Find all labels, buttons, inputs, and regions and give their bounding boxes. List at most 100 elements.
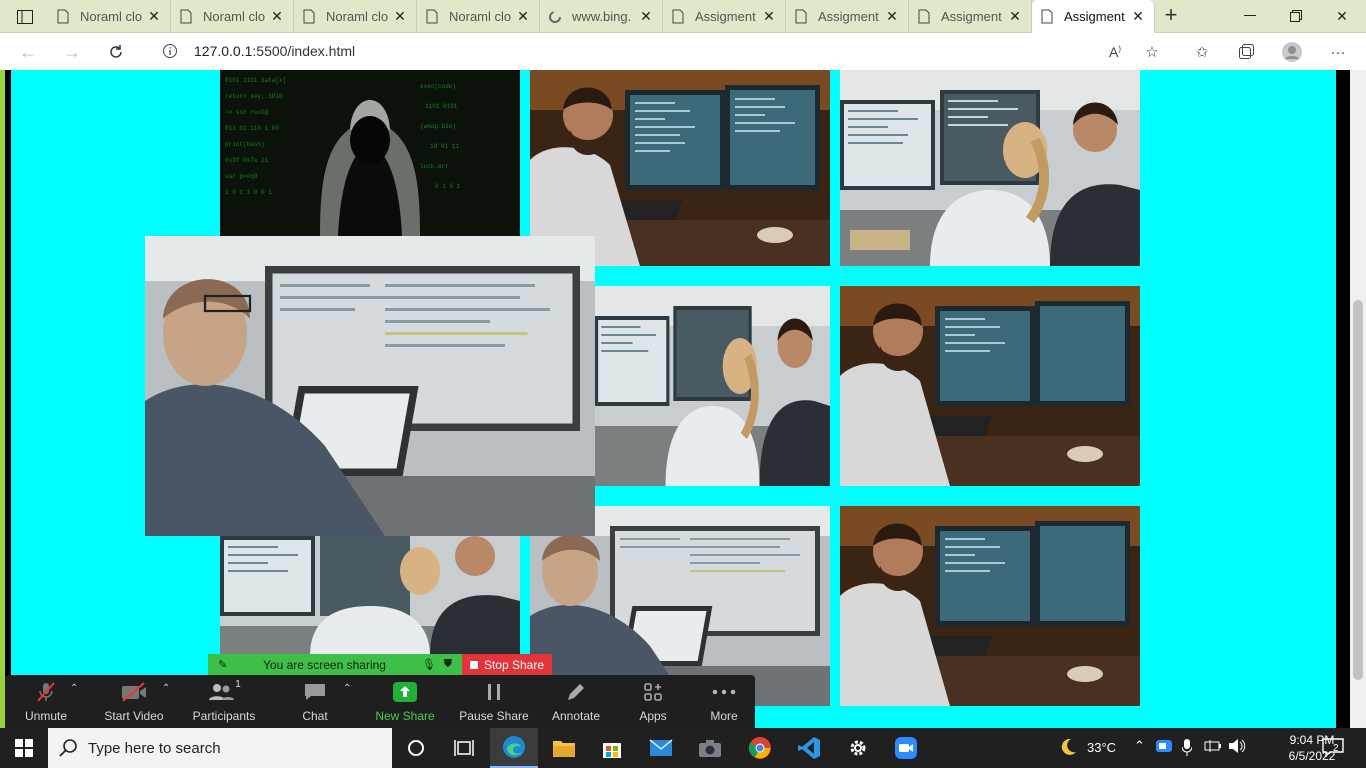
- restore-icon: [1290, 10, 1302, 22]
- back-arrow-icon: ←: [19, 41, 37, 62]
- more-button[interactable]: More: [701, 675, 747, 728]
- stop-share-button[interactable]: Stop Share: [462, 654, 552, 675]
- refresh-button[interactable]: [102, 39, 130, 65]
- tab[interactable]: Assigment ✕: [663, 0, 786, 33]
- url-path: :5500/index.html: [252, 43, 356, 59]
- page-icon: [1040, 9, 1054, 25]
- chrome-app[interactable]: [736, 728, 784, 768]
- unmute-button[interactable]: Unmute: [17, 675, 75, 728]
- collections-button[interactable]: [1233, 40, 1259, 64]
- chevron-up-icon[interactable]: ⌃: [162, 683, 170, 694]
- windows-taskbar: Type here to search 33°C ⌃ 9:04 PM 6/5/2…: [0, 728, 1366, 768]
- chevron-up-icon[interactable]: ⌃: [343, 683, 351, 694]
- vscode-app[interactable]: [785, 728, 833, 768]
- edge-app[interactable]: [490, 728, 538, 768]
- tab[interactable]: www.bing. ✕: [540, 0, 663, 33]
- file-explorer-app[interactable]: [540, 728, 588, 768]
- tab-active[interactable]: Assigment ✕: [1032, 0, 1155, 33]
- tab-actions-button[interactable]: [8, 6, 42, 28]
- read-aloud-button[interactable]: A): [1102, 40, 1128, 64]
- info-icon[interactable]: [162, 43, 178, 64]
- svg-text:1 0 1 1 0 0 1: 1 0 1 1 0 0 1: [225, 189, 272, 196]
- camera-icon: [699, 740, 721, 757]
- participant-count: 1: [235, 678, 241, 690]
- forward-button[interactable]: →: [58, 39, 86, 65]
- search-icon: [48, 738, 88, 758]
- camera-app[interactable]: [686, 728, 734, 768]
- tab-title: Noraml clo: [203, 9, 266, 24]
- tab-title: Noraml clo: [326, 9, 389, 24]
- restore-button[interactable]: [1276, 4, 1316, 28]
- favorites-button[interactable]: ✩: [1189, 40, 1215, 64]
- cortana-button[interactable]: [392, 728, 440, 768]
- tab[interactable]: Noraml clo ✕: [294, 0, 417, 33]
- zoom-icon: [895, 737, 917, 759]
- close-icon[interactable]: ✕: [884, 8, 900, 25]
- close-icon[interactable]: ✕: [146, 8, 162, 25]
- zoom-app[interactable]: [882, 728, 930, 768]
- address-bar[interactable]: 127.0.0.1:5500/index.html: [148, 37, 1172, 66]
- tab[interactable]: Assigment ✕: [909, 0, 1032, 33]
- minimize-icon: [1244, 15, 1256, 16]
- close-icon[interactable]: ✕: [269, 8, 285, 25]
- close-icon[interactable]: ✕: [1007, 8, 1023, 25]
- taskbar-search[interactable]: Type here to search: [48, 728, 392, 768]
- minimize-button[interactable]: [1230, 4, 1270, 28]
- tab[interactable]: Noraml clo ✕: [417, 0, 540, 33]
- settings-more-button[interactable]: ···: [1325, 40, 1351, 64]
- scrollbar-thumb[interactable]: [1353, 300, 1363, 680]
- zoom-tray-icon[interactable]: [1156, 739, 1172, 756]
- gallery-image-woman-man: [220, 536, 520, 656]
- new-share-button[interactable]: New Share: [371, 675, 439, 728]
- settings-app[interactable]: [834, 728, 882, 768]
- chevron-up-icon[interactable]: ⌃: [1134, 738, 1145, 754]
- close-icon[interactable]: ✕: [638, 8, 654, 25]
- notification-center-button[interactable]: 2: [1322, 738, 1344, 763]
- tab[interactable]: Noraml clo ✕: [48, 0, 171, 33]
- pencil-icon: [565, 679, 587, 705]
- weather-moon-icon[interactable]: [1058, 737, 1078, 760]
- close-icon[interactable]: ✕: [761, 8, 777, 25]
- svg-text:return key; 1010: return key; 1010: [225, 93, 283, 100]
- apps-button[interactable]: Apps: [629, 675, 677, 728]
- back-button[interactable]: ←: [14, 39, 42, 65]
- battery-plug-icon[interactable]: [1204, 739, 1222, 756]
- page-scrollbar[interactable]: [1350, 70, 1366, 728]
- start-button[interactable]: [0, 728, 48, 768]
- pause-icon: [485, 679, 503, 705]
- tab[interactable]: Noraml clo ✕: [171, 0, 294, 33]
- tab-actions-icon: [17, 10, 33, 24]
- tab-title: Assigment: [695, 9, 756, 24]
- store-app[interactable]: [588, 728, 636, 768]
- mail-icon: [649, 739, 673, 756]
- new-tab-button[interactable]: +: [1158, 4, 1184, 28]
- close-window-button[interactable]: ✕: [1322, 4, 1362, 28]
- pause-share-button[interactable]: Pause Share: [457, 675, 531, 728]
- task-view-button[interactable]: [440, 728, 488, 768]
- close-icon[interactable]: ✕: [1130, 8, 1146, 25]
- stop-share-label: Stop Share: [483, 657, 545, 672]
- gallery-image-enlarged[interactable]: [145, 236, 595, 536]
- tab[interactable]: Assigment ✕: [786, 0, 909, 33]
- chat-button[interactable]: Chat: [291, 675, 339, 728]
- close-icon[interactable]: ✕: [392, 8, 408, 25]
- volume-icon[interactable]: [1228, 738, 1246, 757]
- tab-strip: Noraml clo ✕ Noraml clo ✕ Noraml clo ✕ N…: [0, 0, 1366, 33]
- participants-button[interactable]: 1 Participants: [189, 675, 259, 728]
- gallery-image-hacker: 0101 1101 data[x] return key; 1010 >> ssh …: [220, 70, 520, 236]
- add-favorite-button[interactable]: ☆: [1139, 40, 1165, 64]
- video-off-icon: [120, 679, 148, 705]
- gallery-image-man-monitors: [840, 506, 1140, 706]
- pause-share-label: Pause Share: [459, 709, 529, 723]
- url-text: 127.0.0.1:5500/index.html: [194, 43, 355, 59]
- annotate-button[interactable]: Annotate: [545, 675, 607, 728]
- share-status[interactable]: ✎ You are screen sharing 🎙 ⛊: [208, 654, 462, 675]
- microphone-icon[interactable]: [1181, 738, 1193, 759]
- close-icon[interactable]: ✕: [515, 8, 531, 25]
- drag-handle-icon: ✎: [218, 659, 228, 671]
- profile-button[interactable]: [1279, 40, 1305, 64]
- chevron-up-icon[interactable]: ⌃: [70, 683, 78, 694]
- weather-temperature[interactable]: 33°C: [1087, 740, 1116, 755]
- mail-app[interactable]: [637, 728, 685, 768]
- start-video-button[interactable]: Start Video: [101, 675, 167, 728]
